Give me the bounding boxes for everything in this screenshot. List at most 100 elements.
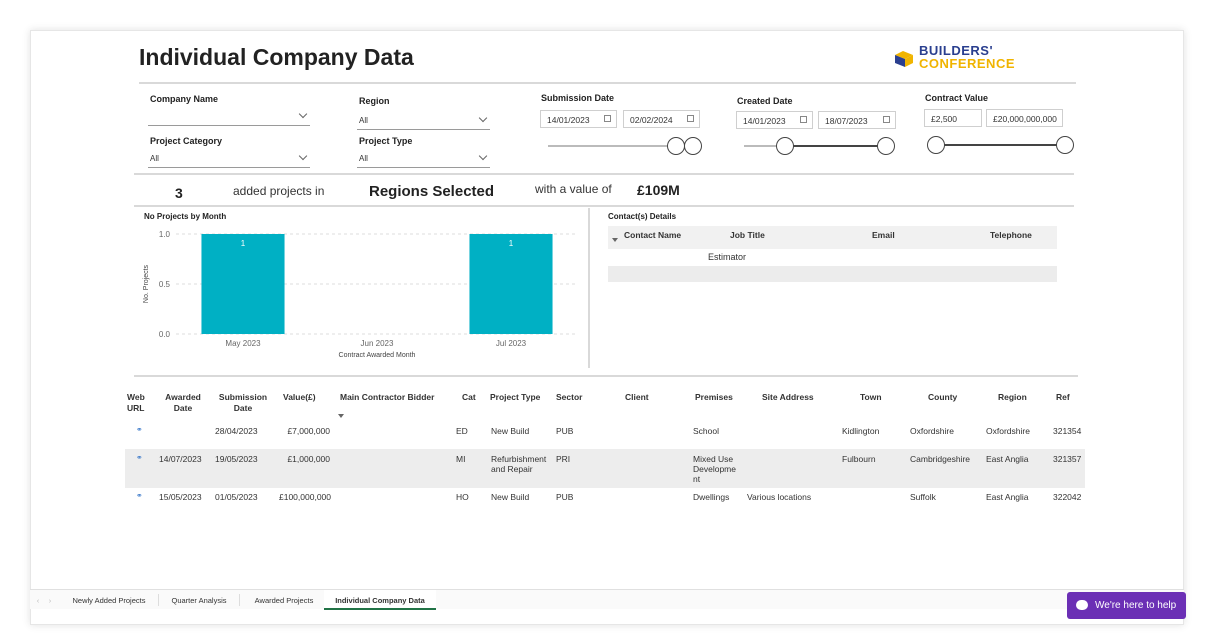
project-category-label: Project Category [150,136,223,146]
contract-value-max[interactable]: £20,000,000,000 [986,109,1063,127]
cell-cat: ED [456,426,468,436]
col-site-address[interactable]: Site Address [762,392,814,403]
y-axis-label: No. Projects [143,264,150,303]
y-tick-label: 1.0 [159,230,171,239]
cell-site-address: Various locations [747,492,812,502]
col-awarded-date[interactable]: Awarded Date [163,392,203,414]
chat-icon [1076,600,1088,610]
contract-value-slider-track[interactable] [935,144,1067,146]
submission-date-label: Submission Date [541,93,615,103]
submission-date-to[interactable]: 02/02/2024 [623,110,700,128]
col-cat[interactable]: Cat [462,392,476,403]
project-type-dropdown[interactable]: All [357,150,490,168]
cell-county: Cambridgeshire [910,454,970,464]
contacts-blank-row [608,266,1057,282]
link-icon[interactable]: ⚭ [136,453,143,462]
region-label: Region [359,96,390,106]
cell-premises: School [693,426,719,436]
submission-date-slider-end[interactable] [684,137,702,155]
help-chat-button[interactable]: We're here to help [1067,592,1186,619]
col-region[interactable]: Region [998,392,1027,403]
region-dropdown[interactable]: All [357,112,490,130]
tab-individual-company-data[interactable]: Individual Company Data [324,590,436,610]
col-ref[interactable]: Ref [1056,392,1070,403]
submission-date-slider-start[interactable] [667,137,685,155]
col-town[interactable]: Town [860,392,882,403]
contract-value-slider-end[interactable] [1056,136,1074,154]
col-project-type[interactable]: Project Type [490,392,540,403]
kpi-regions: Regions Selected [369,183,495,200]
cell-submission-date: 19/05/2023 [215,454,258,464]
help-label: We're here to help [1095,600,1177,611]
cell-town: Kidlington [842,426,880,436]
kpi-value: £109M [637,182,680,198]
brand-logo: BUILDERS' CONFERENCE [889,44,1029,74]
divider [134,173,1074,175]
contract-value-slider-start[interactable] [927,136,945,154]
contract-value-min[interactable]: £2,500 [924,109,982,127]
tab-next-arrow[interactable]: › [44,590,56,610]
cell-ref: 321354 [1053,426,1082,436]
submission-date-slider-track[interactable] [548,145,684,147]
sort-icon[interactable] [338,414,344,418]
contacts-col-email[interactable]: Email [872,230,895,241]
calendar-icon [604,115,611,122]
cell-submission-date: 28/04/2023 [215,426,258,436]
link-icon[interactable]: ⚭ [136,491,143,500]
tab-newly-added-projects[interactable]: Newly Added Projects [64,590,154,610]
chevron-down-icon [298,151,308,161]
created-date-slider-start[interactable] [776,137,794,155]
contacts-col-phone[interactable]: Telephone [990,230,1032,241]
tab-awarded-projects[interactable]: Awarded Projects [244,590,324,610]
project-category-dropdown[interactable]: All [148,150,310,168]
contacts-col-name[interactable]: Contact Name [624,230,681,241]
divider [134,375,1078,377]
cell-cat: HO [456,492,469,502]
col-client[interactable]: Client [625,392,649,403]
submission-date-from[interactable]: 14/01/2023 [540,110,617,128]
created-date-slider-end[interactable] [877,137,895,155]
x-tick-label: May 2023 [225,339,261,348]
tab-prev-arrow[interactable]: ‹ [32,590,44,610]
table-row[interactable]: ⚭ 15/05/2023 01/05/2023 £100,000,000 HO … [125,488,1085,518]
divider [134,205,1074,207]
col-submission-date[interactable]: Submission Date [215,392,271,414]
cell-premises: Dwellings [693,492,730,502]
page-tabs-bar: ‹ › Newly Added Projects Quarter Analysi… [30,589,1184,610]
cell-awarded-date: 15/05/2023 [159,492,202,502]
calendar-icon [687,115,694,122]
col-value[interactable]: Value(£) [283,392,316,403]
contacts-col-job[interactable]: Job Title [730,230,765,241]
cell-region: East Anglia [986,454,1029,464]
table-row[interactable]: ⚭ 28/04/2023 £7,000,000 ED New Build PUB… [125,421,1085,449]
table-row[interactable]: ⚭ 14/07/2023 19/05/2023 £1,000,000 MI Re… [125,449,1085,488]
link-icon[interactable]: ⚭ [136,425,143,434]
sort-icon[interactable] [612,238,618,242]
contract-value-label: Contract Value [925,93,989,103]
col-main-contractor[interactable]: Main Contractor Bidder [340,392,434,403]
col-county[interactable]: County [928,392,957,403]
company-name-dropdown[interactable] [148,108,310,126]
cell-project-type: New Build [491,492,530,502]
builders-logo-icon [895,51,913,67]
cell-premises: Mixed Use Development [693,454,736,484]
cell-region: Oxfordshire [986,426,1030,436]
cell-value: £7,000,000 [287,426,330,436]
col-web-url[interactable]: Web URL [127,392,147,414]
col-sector[interactable]: Sector [556,392,582,403]
created-date-from[interactable]: 14/01/2023 [736,111,813,129]
col-premises[interactable]: Premises [695,392,733,403]
tab-divider [239,594,240,606]
cell-ref: 322042 [1053,492,1082,502]
bar-jul-2023 [469,234,553,334]
cell-region: East Anglia [986,492,1029,502]
cell-project-type: Refurbishment and Repair [491,454,547,474]
kpi-value-text: with a value of [535,182,612,196]
bar-data-label: 1 [509,239,514,248]
x-tick-label: Jun 2023 [361,339,394,348]
tab-quarter-analysis[interactable]: Quarter Analysis [164,590,234,610]
cell-submission-date: 01/05/2023 [215,492,258,502]
created-date-to[interactable]: 18/07/2023 [818,111,896,129]
cell-project-type: New Build [491,426,530,436]
project-type-label: Project Type [359,136,413,146]
